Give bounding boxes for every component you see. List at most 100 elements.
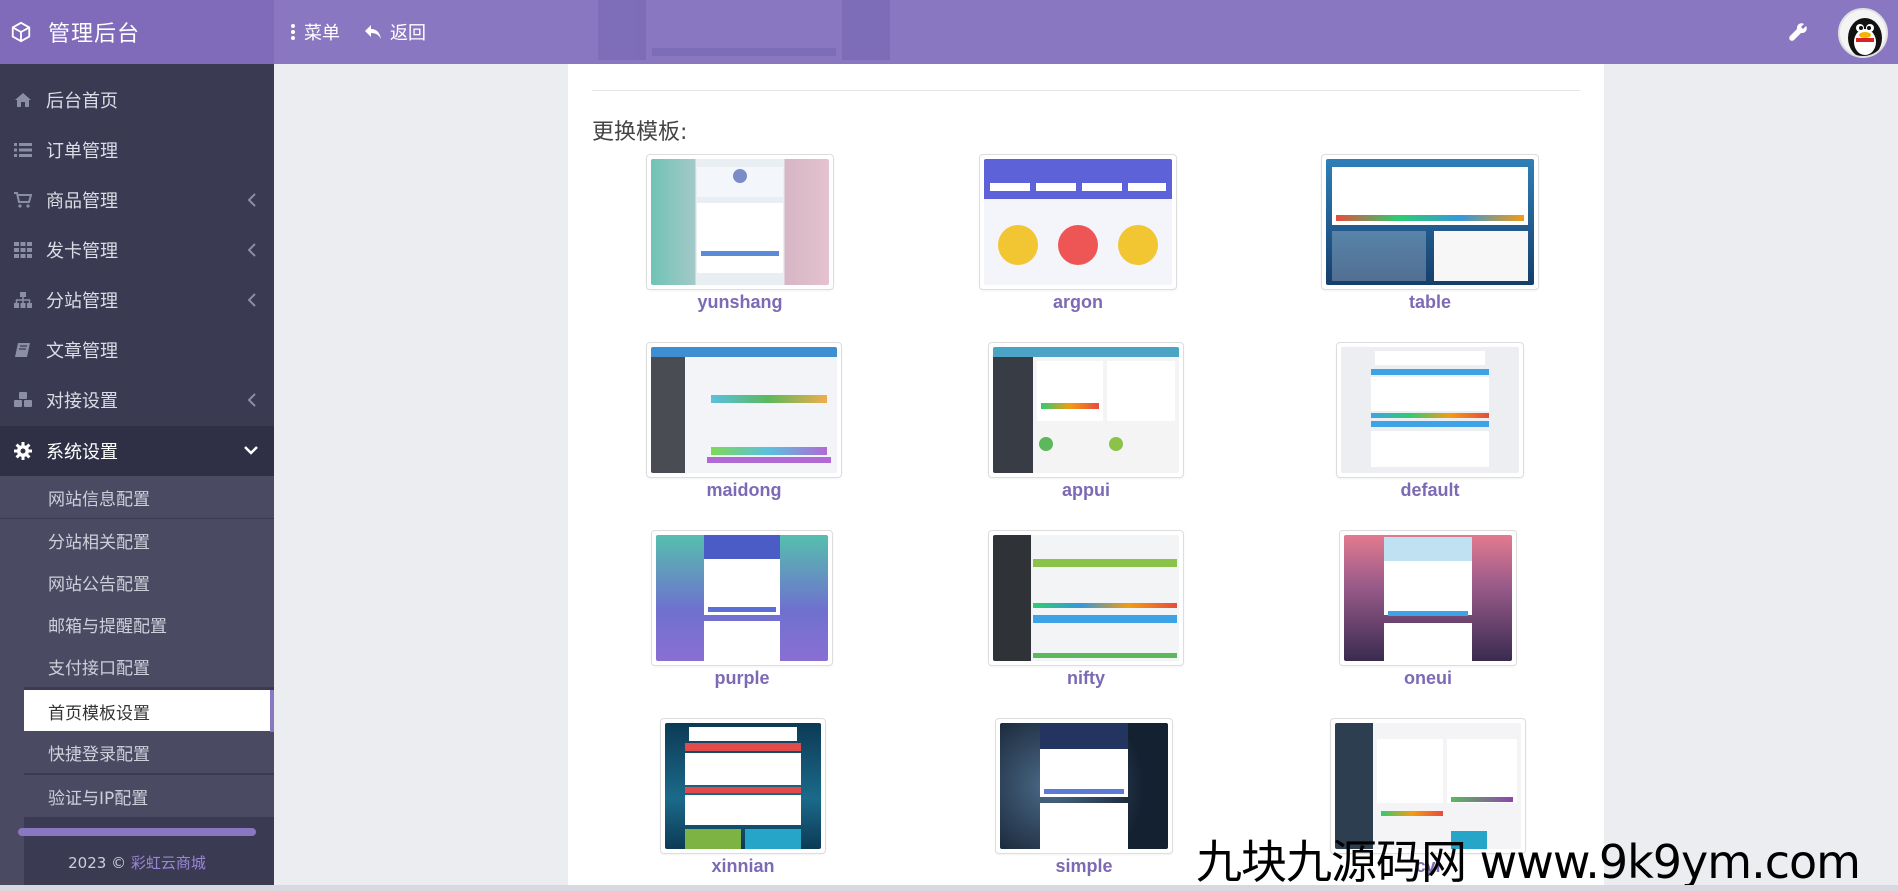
template-thumbnail[interactable] — [646, 342, 842, 478]
reply-icon — [365, 25, 381, 39]
sidebar-item-substations[interactable]: 分站管理 — [0, 276, 274, 324]
bottom-border — [0, 885, 1898, 891]
template-name: argon — [1052, 292, 1103, 312]
submenu-item-quick-login[interactable]: 快捷登录配置 — [0, 731, 274, 773]
template-name: nifty — [1067, 668, 1105, 688]
template-card-simple[interactable]: simple — [994, 718, 1174, 877]
sidebar-item-label: 对接设置 — [46, 391, 118, 412]
sidebar-item-products[interactable]: 商品管理 — [0, 176, 274, 224]
template-name: appui — [1062, 480, 1110, 500]
watermark: 九块九源码网 www.9k9ym.com — [1196, 835, 1861, 889]
template-card-nifty[interactable]: nifty — [988, 530, 1184, 689]
sidebar-item-label: 订单管理 — [46, 141, 118, 162]
template-card-oneui[interactable]: oneui — [1338, 530, 1518, 689]
submenu-label: 网站信息配置 — [48, 489, 150, 510]
menu-button[interactable]: 菜单 — [290, 0, 340, 64]
template-thumbnail[interactable] — [1339, 530, 1517, 666]
template-thumbnail[interactable] — [995, 718, 1173, 854]
chevron-down-icon — [244, 446, 258, 455]
template-thumbnail[interactable] — [1321, 154, 1539, 290]
sidebar-item-orders[interactable]: 订单管理 — [0, 126, 274, 174]
section-title: 更换模板: — [592, 120, 688, 145]
vertical-dots-icon — [291, 24, 295, 40]
sidebar-item-home[interactable]: 后台首页 — [0, 76, 274, 124]
template-name: default — [1400, 480, 1460, 500]
submenu-label: 快捷登录配置 — [48, 744, 150, 765]
divider — [592, 90, 1580, 91]
submenu-item-verification-ip[interactable]: 验证与IP配置 — [0, 775, 274, 817]
template-thumbnail[interactable] — [651, 530, 833, 666]
template-name: xinnian — [711, 856, 775, 876]
template-card-maidong[interactable]: maidong — [646, 342, 842, 501]
footer-year: 2023 © — [68, 854, 127, 872]
template-thumbnail[interactable] — [646, 154, 834, 290]
template-name: yunshang — [697, 292, 783, 312]
template-card-yunshang[interactable]: yunshang — [646, 154, 834, 313]
sidebar-scrollbar[interactable] — [18, 828, 256, 836]
submenu-item-homepage-template[interactable]: 首页模板设置 — [24, 690, 270, 732]
sidebar-item-cards[interactable]: 发卡管理 — [0, 226, 274, 274]
back-label: 返回 — [390, 23, 426, 44]
penguin-icon — [1848, 18, 1882, 56]
home-icon — [12, 89, 34, 111]
template-thumbnail[interactable] — [988, 342, 1184, 478]
list-icon — [12, 139, 34, 161]
sidebar-item-label: 系统设置 — [46, 442, 118, 463]
template-name: maidong — [706, 480, 782, 500]
template-card-table[interactable]: table — [1320, 154, 1540, 313]
template-card-argon[interactable]: argon — [979, 154, 1177, 313]
sidebar-item-label: 分站管理 — [46, 291, 118, 312]
template-name: simple — [1055, 856, 1113, 876]
grid-icon — [12, 239, 34, 261]
template-card-xinnian[interactable]: xinnian — [660, 718, 826, 877]
cart-icon — [12, 189, 34, 211]
chevron-left-icon — [248, 193, 256, 207]
chevron-left-icon — [248, 293, 256, 307]
sidebar-item-system-settings[interactable]: 系统设置 — [0, 426, 274, 476]
submenu-label: 分站相关配置 — [48, 532, 150, 553]
template-thumbnail[interactable] — [979, 154, 1177, 290]
wrench-icon[interactable] — [1788, 22, 1808, 42]
template-card-purple[interactable]: purple — [651, 530, 833, 689]
brand[interactable]: 管理后台 — [0, 0, 274, 64]
gear-icon — [12, 440, 34, 462]
sidebar-item-label: 后台首页 — [46, 91, 118, 112]
sidebar-item-articles[interactable]: 文章管理 — [0, 326, 274, 374]
top-header: 管理后台 菜单 返回 — [0, 0, 1898, 64]
menu-label: 菜单 — [304, 23, 340, 44]
app-title: 管理后台 — [48, 22, 141, 47]
sidebar-item-integration[interactable]: 对接设置 — [0, 376, 274, 424]
sidebar-item-label: 商品管理 — [46, 191, 118, 212]
sidebar: 后台首页 订单管理 商品管理 发卡管理 分站管理 文章管理 对接设置 系统设置 … — [0, 64, 274, 891]
book-icon — [12, 339, 34, 361]
submenu-item-substation-config[interactable]: 分站相关配置 — [0, 519, 274, 561]
cubes-icon — [12, 389, 34, 411]
submenu-label: 验证与IP配置 — [48, 788, 149, 809]
footer-brand-link[interactable]: 彩虹云商城 — [131, 854, 206, 872]
submenu-label: 邮箱与提醒配置 — [48, 616, 167, 637]
submenu-item-site-info[interactable]: 网站信息配置 — [0, 476, 274, 518]
template-name: purple — [714, 668, 770, 688]
sidebar-item-label: 发卡管理 — [46, 241, 118, 262]
chevron-left-icon — [248, 393, 256, 407]
sitemap-icon — [12, 289, 34, 311]
submenu-label: 支付接口配置 — [48, 658, 150, 679]
template-thumbnail[interactable] — [988, 530, 1184, 666]
template-thumbnail[interactable] — [660, 718, 826, 854]
active-indicator — [270, 690, 274, 732]
submenu-item-payment[interactable]: 支付接口配置 — [0, 645, 274, 687]
template-thumbnail[interactable] — [1336, 342, 1524, 478]
back-button[interactable]: 返回 — [364, 0, 426, 64]
template-name: oneui — [1404, 668, 1452, 688]
template-card-default[interactable]: default — [1332, 342, 1528, 501]
sidebar-item-label: 文章管理 — [46, 341, 118, 362]
chevron-left-icon — [248, 243, 256, 257]
avatar[interactable] — [1838, 8, 1888, 58]
background-preview — [598, 0, 890, 60]
submenu-item-email[interactable]: 邮箱与提醒配置 — [0, 603, 274, 645]
template-card-appui[interactable]: appui — [988, 342, 1184, 501]
cube-icon — [11, 21, 31, 43]
sidebar-footer: 2023 © 彩虹云商城 — [0, 852, 274, 873]
template-name: table — [1408, 292, 1451, 312]
submenu-item-announcement[interactable]: 网站公告配置 — [0, 561, 274, 603]
